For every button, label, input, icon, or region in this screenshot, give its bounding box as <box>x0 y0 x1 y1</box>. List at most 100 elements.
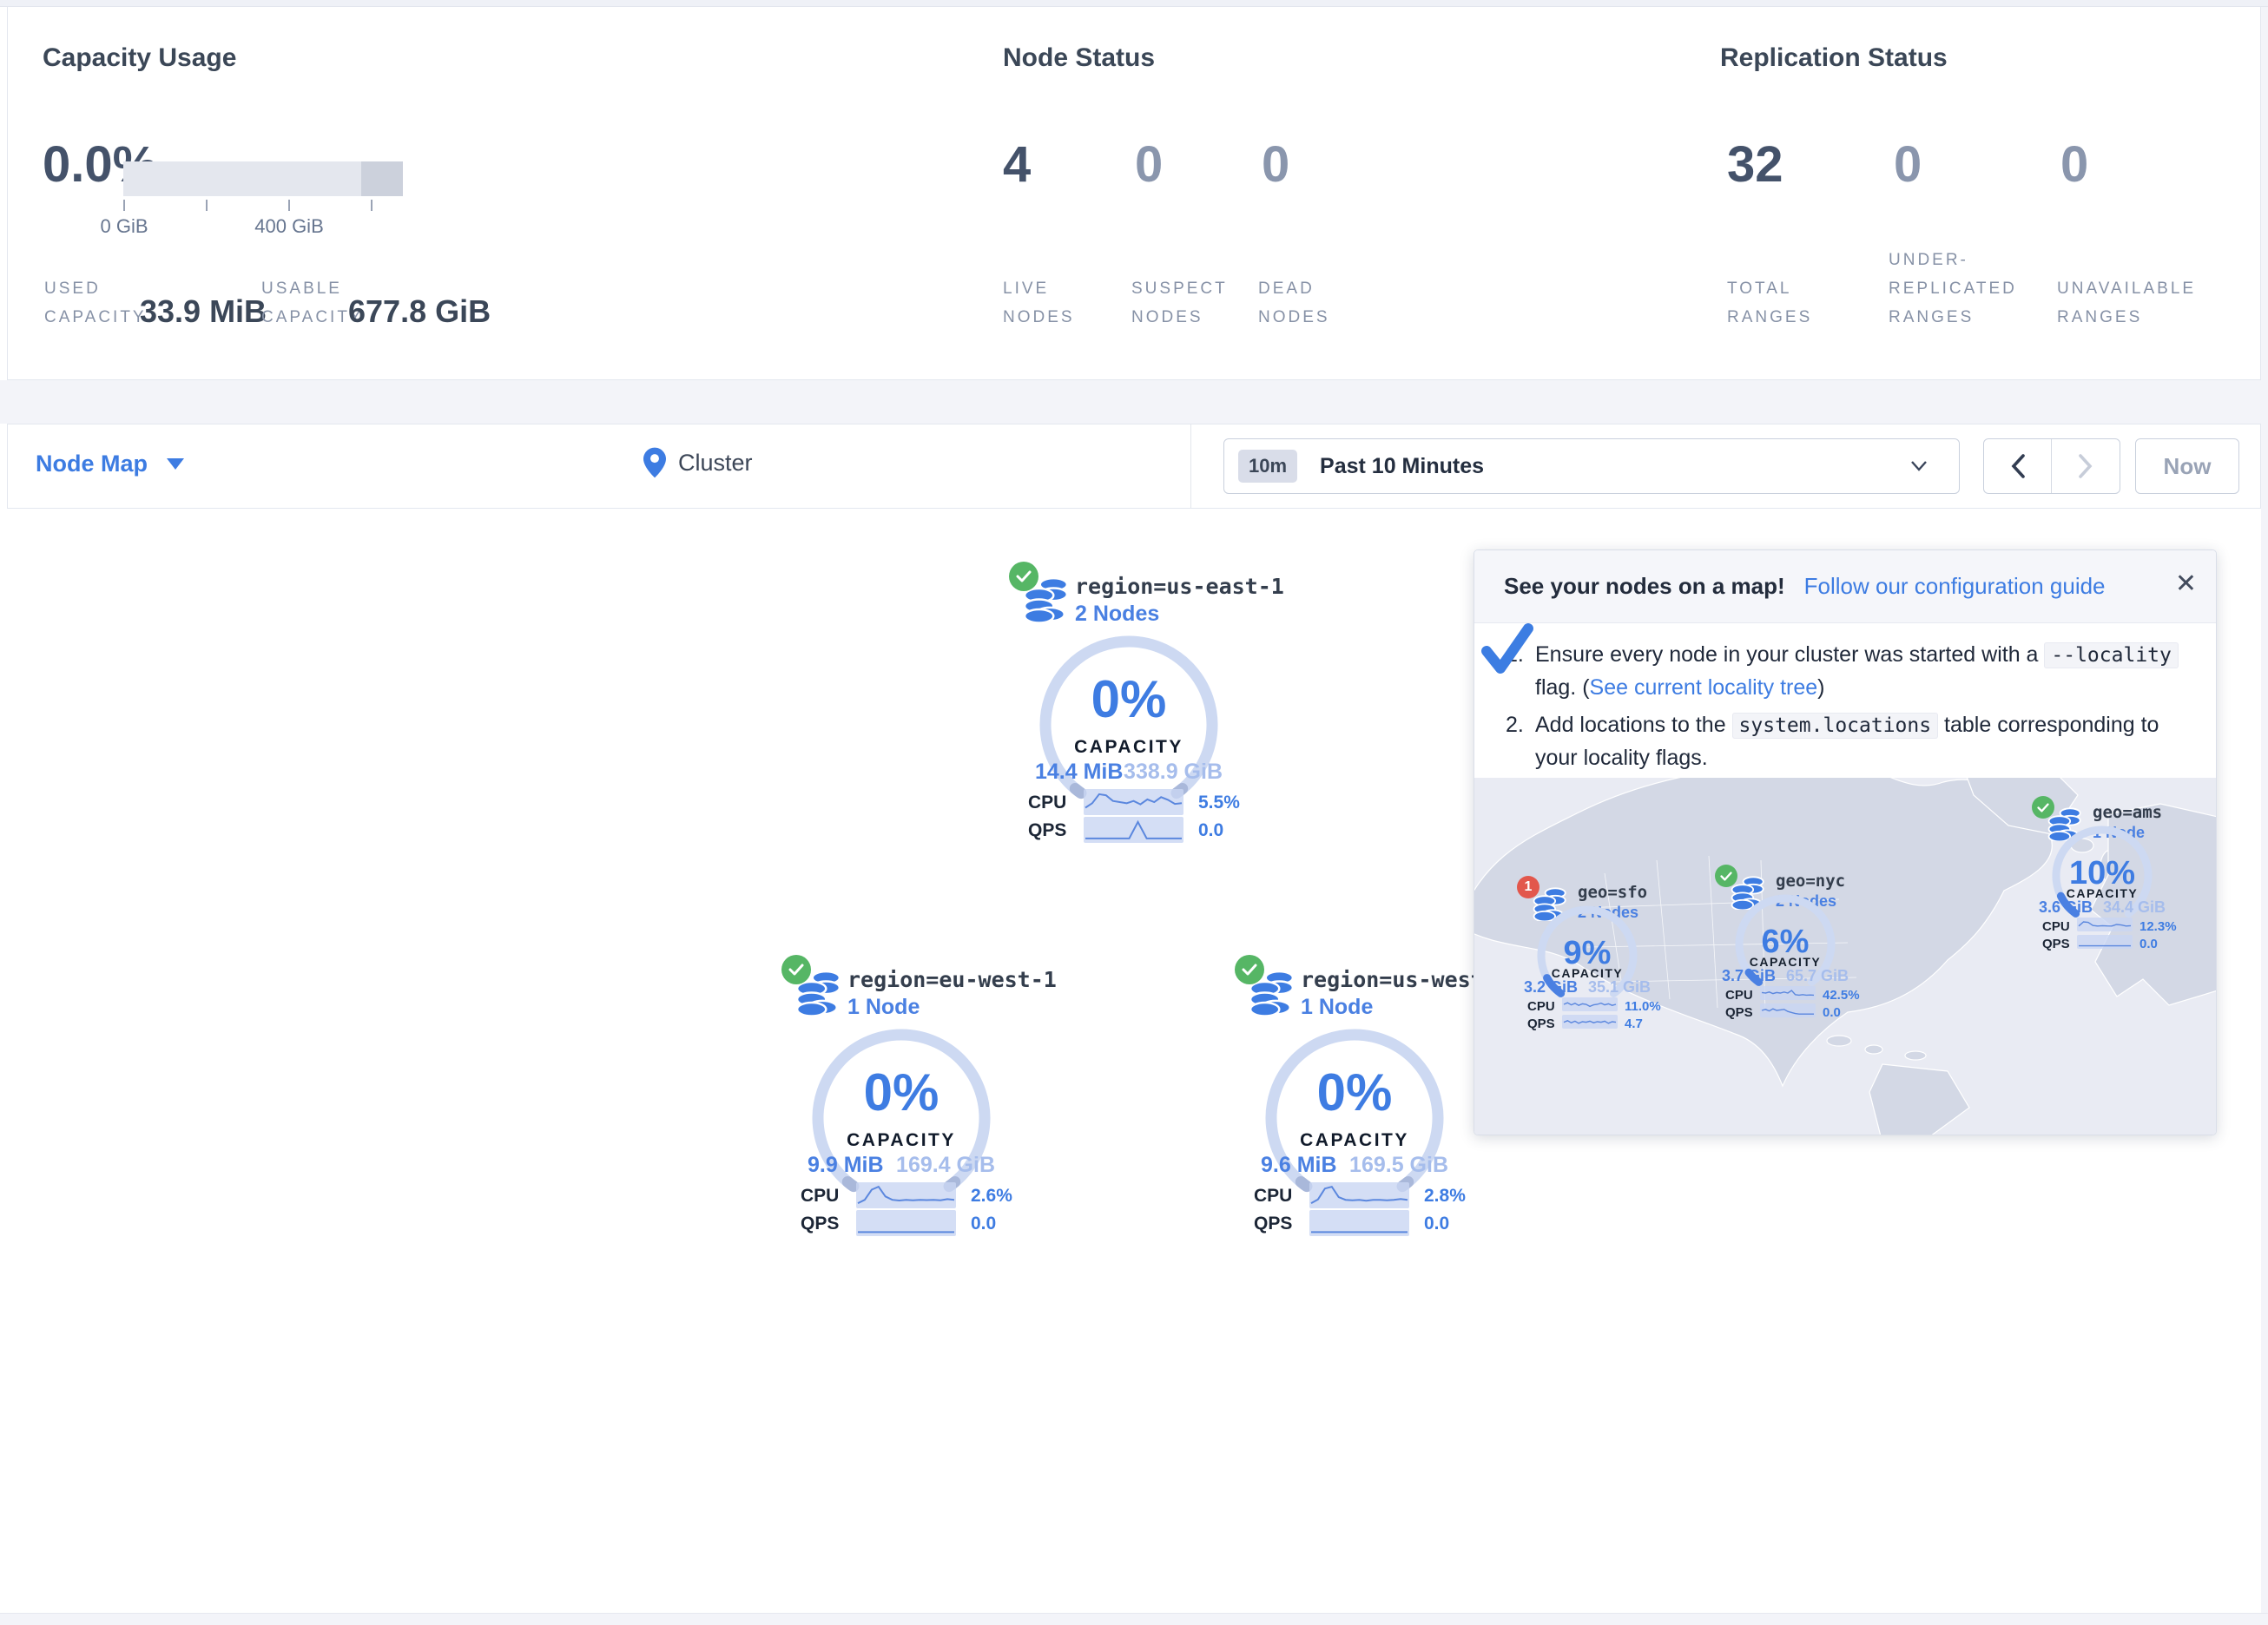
capacity-total: 65.7 GiB <box>1786 967 1849 985</box>
locality-node-eu-west-1[interactable]: region=eu-west-1 1 Node 0% CAPACITY 9.9 … <box>771 953 1032 1248</box>
healthy-check-icon <box>1235 955 1264 984</box>
node-status-title: Node Status <box>1003 43 1155 73</box>
locality-node-us-west-1[interactable]: region=us-west-1 1 Node 0% CAPACITY 9.6 … <box>1224 953 1485 1248</box>
locality-node-us-east-1[interactable]: region=us-east-1 2 Nodes 0% CAPACITY 14.… <box>999 560 1259 855</box>
cpu-label: CPU <box>801 1186 839 1207</box>
used-capacity-value: 33.9 MiB <box>140 293 267 330</box>
total-ranges-value: 32 <box>1727 135 1783 194</box>
breadcrumb-cluster: Cluster <box>678 450 753 477</box>
capacity-usage-bar-segment <box>361 161 403 196</box>
view-selector-dropdown[interactable]: Node Map <box>36 451 184 477</box>
chevron-right-icon <box>2078 454 2093 478</box>
mini-node-sfo[interactable]: 1 geo=sfo 2 Nodes 9% CAPACITY 3.2 GiB 35… <box>1505 876 1670 1034</box>
breadcrumb[interactable]: Cluster <box>643 447 753 478</box>
popup-steps: 1. Ensure every node in your cluster was… <box>1506 639 2197 780</box>
capacity-used: 9.6 MiB <box>1261 1153 1337 1178</box>
popup-title: See your nodes on a map! <box>1504 573 1785 600</box>
qps-label: QPS <box>2042 937 2070 951</box>
cpu-value: 42.5% <box>1823 988 1860 1003</box>
capacity-used: 3.7 GiB <box>1722 967 1776 985</box>
total-ranges-label: TOTAL RANGES <box>1727 274 1812 332</box>
replication-status-title: Replication Status <box>1720 43 1948 73</box>
under-replicated-label: UNDER- REPLICATED RANGES <box>1889 246 2017 332</box>
cpu-value: 12.3% <box>2139 919 2177 934</box>
cpu-label: CPU <box>1254 1186 1292 1207</box>
mini-node-nyc[interactable]: geo=nyc 2 Nodes 6% CAPACITY 3.7 GiB 65.7… <box>1703 865 1868 1023</box>
locality-node-count: 2 Nodes <box>1075 602 1159 627</box>
locality-label: geo=sfo <box>1578 883 1647 902</box>
cpu-sparkline <box>2077 918 2133 936</box>
used-capacity-label: USED CAPACITY <box>44 274 147 332</box>
capacity-values: 9.9 MiB 169.4 GiB <box>808 1153 995 1178</box>
cpu-value: 2.8% <box>1424 1186 1466 1207</box>
live-nodes-value: 4 <box>1003 135 1031 194</box>
capacity-used: 9.9 MiB <box>808 1153 884 1178</box>
time-back-button[interactable] <box>1984 439 2052 493</box>
capacity-used: 3.2 GiB <box>1524 978 1578 997</box>
qps-sparkline <box>1562 1015 1618 1033</box>
capacity-total: 338.9 GiB <box>1124 760 1223 785</box>
qps-sparkline <box>856 1210 956 1240</box>
capacity-values: 3.2 GiB 35.1 GiB <box>1524 978 1651 997</box>
qps-sparkline <box>2077 935 2133 953</box>
capacity-used: 14.4 MiB <box>1035 760 1123 785</box>
page-top-strip <box>0 0 2268 7</box>
qps-value: 4.7 <box>1625 1016 1643 1031</box>
step-2: 2. Add locations to the system.locations… <box>1506 709 2197 774</box>
capacity-word: CAPACITY <box>999 737 1259 758</box>
locality-flag-code: --locality <box>2044 642 2178 668</box>
page-bottom-strip <box>0 1613 2268 1625</box>
time-range-select[interactable]: 10m Past 10 Minutes <box>1223 438 1960 494</box>
locality-label: geo=nyc <box>1776 872 1845 891</box>
qps-sparkline <box>1760 1003 1816 1022</box>
cpu-sparkline <box>856 1182 956 1213</box>
capacity-used: 3.6 GiB <box>2039 898 2093 917</box>
cpu-label: CPU <box>1028 793 1066 813</box>
axis-tick <box>371 200 373 211</box>
suspect-nodes-label: SUSPECT NODES <box>1131 274 1228 332</box>
capacity-values: 3.7 GiB 65.7 GiB <box>1722 967 1849 985</box>
nodes-on-map-popup: See your nodes on a map! Follow our conf… <box>1474 549 2217 1135</box>
chevron-left-icon <box>2010 454 2026 478</box>
close-icon[interactable]: ✕ <box>2175 571 2197 597</box>
view-selector-label: Node Map <box>36 451 148 477</box>
capacity-values: 9.6 MiB 169.5 GiB <box>1261 1153 1448 1178</box>
axis-tick <box>288 200 290 211</box>
chevron-down-icon <box>1910 460 1928 472</box>
capacity-values: 3.6 GiB 34.4 GiB <box>2039 898 2166 917</box>
cpu-label: CPU <box>1725 988 1753 1003</box>
healthy-check-icon <box>781 955 811 984</box>
page-right-gutter <box>2261 7 2268 1613</box>
cluster-summary-panel: Capacity Usage 0.0% 0 GiB 400 GiB USED C… <box>7 7 2261 380</box>
qps-value: 0.0 <box>1424 1214 1449 1234</box>
qps-label: QPS <box>1725 1005 1753 1020</box>
under-replicated-value: 0 <box>1894 135 1922 194</box>
cpu-sparkline <box>1084 789 1183 819</box>
suspect-nodes-value: 0 <box>1135 135 1163 194</box>
qps-sparkline <box>1084 817 1183 847</box>
qps-value: 0.0 <box>971 1214 996 1234</box>
locality-node-count: 1 Node <box>1301 995 1373 1020</box>
system-locations-code: system.locations <box>1732 713 1939 739</box>
axis-tick <box>206 200 208 211</box>
dead-nodes-label: DEAD NODES <box>1258 274 1330 332</box>
map-toolbar: Node Map Cluster 10m Past 10 Minutes Now <box>7 424 2261 509</box>
drawn-check-icon <box>1480 623 1535 675</box>
time-range-badge: 10m <box>1238 450 1297 483</box>
cpu-label: CPU <box>2042 919 2070 934</box>
axis-label-400: 400 GiB <box>237 215 341 238</box>
locality-tree-link[interactable]: See current locality tree <box>1590 675 1818 700</box>
qps-value: 0.0 <box>1823 1005 1841 1020</box>
cpu-sparkline <box>1309 1182 1409 1213</box>
error-badge: 1 <box>1517 876 1539 898</box>
configuration-guide-link[interactable]: Follow our configuration guide <box>1804 573 2106 600</box>
locality-node-count: 1 Node <box>847 995 920 1020</box>
now-button[interactable]: Now <box>2135 438 2239 494</box>
time-forward-button[interactable] <box>2052 439 2120 493</box>
locality-label: region=us-east-1 <box>1075 574 1284 599</box>
popup-header: See your nodes on a map! Follow our conf… <box>1474 550 2217 623</box>
mini-node-ams[interactable]: geo=ams 1 Node 10% CAPACITY 3.6 GiB 34.4… <box>2020 796 2185 954</box>
capacity-percent: 0% <box>1224 1062 1485 1122</box>
usable-capacity-value: 677.8 GiB <box>348 293 491 330</box>
qps-value: 0.0 <box>1198 820 1223 841</box>
